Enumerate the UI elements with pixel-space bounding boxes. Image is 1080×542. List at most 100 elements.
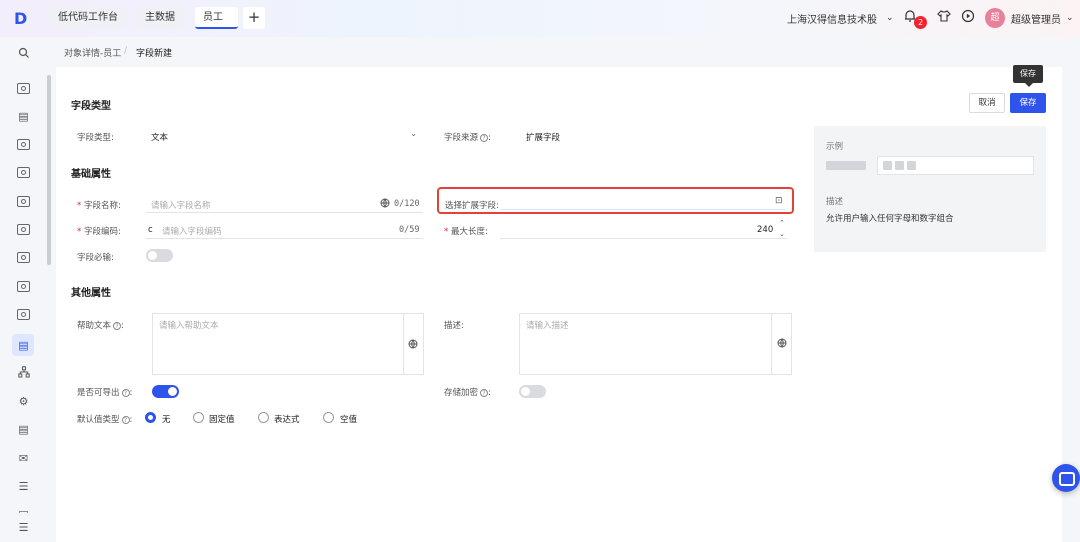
example-label-placeholder — [826, 161, 866, 170]
max-length-label: * 最大长度: — [444, 227, 488, 237]
section-title-field-type: 字段类型 — [71, 101, 111, 112]
app-logo[interactable]: D — [14, 9, 34, 29]
field-code-label: * 字段编码: — [77, 227, 121, 237]
extension-field-underline — [500, 209, 785, 210]
description-placeholder: 请输入描述 — [526, 321, 569, 331]
help-text-label: 帮助文本?: — [77, 321, 124, 331]
rail-module-icon[interactable] — [16, 81, 31, 96]
chevron-down-icon[interactable]: ⌄ — [886, 9, 894, 27]
breadcrumb-current: 字段新建 — [136, 49, 173, 59]
rail-scrollbar[interactable] — [47, 75, 51, 265]
tab-employee[interactable]: 员工 — [195, 7, 238, 29]
help-icon[interactable]: ? — [480, 133, 489, 142]
rail-calendar-icon[interactable]: ▤ — [16, 422, 31, 437]
tab-master-data[interactable]: 主数据 — [137, 7, 183, 29]
description-label: 描述: — [444, 321, 464, 331]
radio-expression[interactable] — [258, 412, 269, 423]
avatar[interactable]: 超 — [985, 8, 1005, 28]
globe-icon[interactable] — [408, 339, 418, 352]
help-icon[interactable]: ? — [121, 415, 130, 424]
chevron-down-icon[interactable]: ⌄ — [410, 129, 417, 139]
export-toggle[interactable] — [152, 385, 179, 398]
rail-module-icon[interactable] — [16, 250, 31, 265]
rail-calendar-icon[interactable]: ▤ — [16, 109, 31, 124]
encrypt-toggle[interactable] — [519, 385, 546, 398]
field-type-label: 字段类型: — [77, 133, 114, 143]
rail-module-icon[interactable] — [16, 279, 31, 294]
chevron-down-icon[interactable]: ⌄ — [1066, 9, 1074, 27]
help-icon[interactable]: ? — [480, 388, 489, 397]
rail-hierarchy-icon[interactable] — [16, 366, 31, 381]
left-rail: ▤ — [0, 37, 47, 542]
rail-list-icon[interactable]: ☰ — [16, 479, 31, 494]
field-name-input[interactable]: 请输入字段名称 — [151, 199, 211, 211]
field-code-input[interactable]: 请输入字段编码 — [162, 225, 222, 237]
example-panel — [814, 126, 1046, 252]
tab-lowcode-workbench[interactable]: 低代码工作台 — [50, 7, 126, 29]
export-label: 是否可导出?: — [77, 388, 133, 398]
rail-module-icon[interactable] — [16, 137, 31, 152]
example-title: 示例 — [826, 142, 844, 152]
rail-module-icon[interactable] — [16, 307, 31, 322]
field-name-counter: 0/120 — [394, 199, 420, 209]
globe-icon[interactable] — [380, 198, 390, 211]
field-type-select[interactable]: 文本 — [151, 131, 168, 143]
rail-module-icon[interactable] — [16, 165, 31, 180]
rail-module-icon[interactable] — [16, 194, 31, 209]
encrypt-label: 存储加密?: — [444, 388, 491, 398]
rail-settings-icon[interactable]: ⚙ — [16, 394, 31, 409]
example-desc-text: 允许用户输入任何字母和数字组合 — [826, 214, 954, 224]
radio-fixed-label: 固定值 — [209, 415, 235, 425]
toggle-knob — [148, 251, 157, 260]
collapse-menu-icon[interactable]: ☰ — [16, 520, 31, 535]
help-icon[interactable]: ? — [113, 321, 122, 330]
save-button[interactable]: 保存 — [1010, 93, 1046, 113]
radio-expression-label: 表达式 — [274, 415, 300, 425]
field-code-underline — [146, 238, 423, 239]
rail-module-icon[interactable] — [16, 222, 31, 237]
search-icon[interactable] — [16, 47, 31, 62]
field-name-underline — [146, 212, 423, 213]
required-toggle-label: 字段必输: — [77, 253, 114, 263]
company-switcher[interactable]: 上海汉得信息技术股 — [787, 11, 877, 26]
tab-label: 低代码工作台 — [58, 12, 118, 23]
radio-null[interactable] — [323, 412, 334, 423]
required-toggle[interactable] — [146, 249, 173, 262]
cancel-button[interactable]: 取消 — [969, 93, 1005, 113]
field-name-label: * 字段名称: — [77, 201, 121, 211]
breadcrumb-parent[interactable]: 对象详情-员工 — [64, 46, 121, 59]
tab-label: 员工 — [203, 12, 223, 23]
rail-object-icon[interactable]: ▤ — [16, 338, 31, 353]
field-code-prefix: c — [148, 225, 153, 235]
help-icon[interactable]: ? — [121, 388, 130, 397]
play-circle-icon[interactable] — [961, 9, 975, 29]
radio-null-label: 空值 — [340, 415, 358, 425]
extension-field-label: 选择扩展字段: — [445, 201, 499, 211]
save-tooltip: 保存 — [1013, 65, 1043, 87]
max-length-input[interactable]: 240 — [757, 225, 773, 235]
radio-none[interactable] — [145, 412, 156, 423]
user-menu[interactable]: 超级管理员 — [1011, 11, 1061, 26]
globe-icon[interactable] — [777, 338, 787, 351]
stepper-up-icon[interactable]: ⌃ — [779, 219, 785, 227]
rail-folder-icon[interactable]: ▭ — [16, 505, 31, 513]
radio-fixed[interactable] — [193, 412, 204, 423]
lookup-icon[interactable]: ⊡ — [775, 196, 783, 206]
top-bar: D 低代码工作台 主数据 员工 + 上海汉得信息技术股 ⌄ 2 超 超级管理员 … — [0, 0, 1080, 37]
notification-badge: 2 — [914, 16, 927, 29]
add-tab-button[interactable]: + — [243, 7, 265, 29]
breadcrumb-separator: / — [124, 46, 128, 56]
example-char-placeholder — [907, 161, 916, 170]
chat-assistant-button[interactable] — [1052, 464, 1080, 492]
tab-label: 主数据 — [145, 12, 175, 23]
example-char-placeholder — [883, 161, 892, 170]
example-char-placeholder — [895, 161, 904, 170]
rail-mail-icon[interactable]: ✉ — [16, 451, 31, 466]
shirt-icon[interactable] — [937, 9, 951, 29]
section-title-other: 其他属性 — [71, 288, 111, 299]
max-length-underline — [500, 238, 787, 239]
field-code-counter: 0/59 — [399, 225, 420, 235]
field-source-label: 字段来源?: — [444, 133, 491, 143]
stepper-down-icon[interactable]: ⌄ — [779, 230, 785, 238]
help-text-placeholder: 请输入帮助文本 — [159, 321, 219, 331]
